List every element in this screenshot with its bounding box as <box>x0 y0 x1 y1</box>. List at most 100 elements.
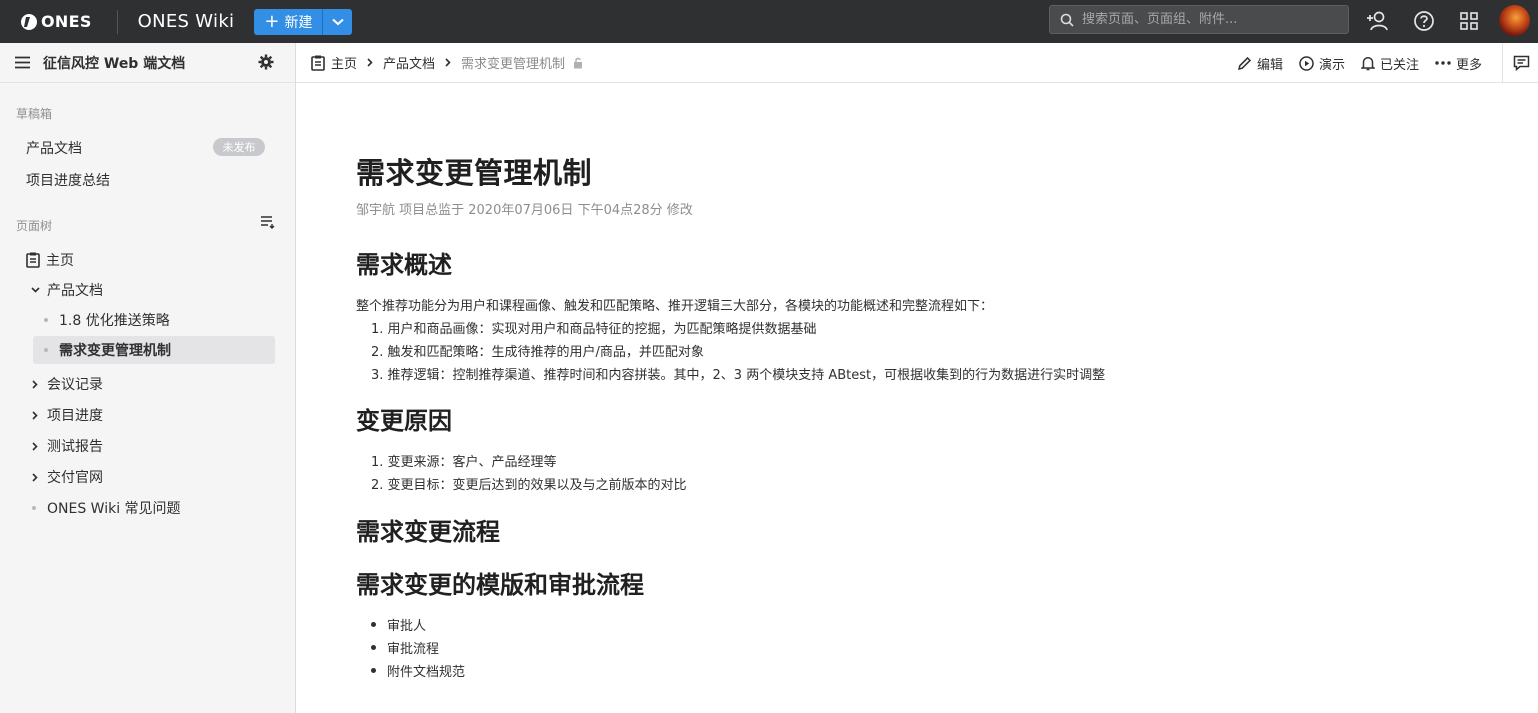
tree-item-progress[interactable]: 项目进度 <box>0 401 296 429</box>
section-heading: 需求概述 <box>356 251 452 279</box>
ones-logo-icon <box>21 13 37 30</box>
app-title[interactable]: ONES Wiki <box>138 11 235 32</box>
unpublished-badge: 未发布 <box>213 138 265 156</box>
more-label: 更多 <box>1455 57 1482 73</box>
breadcrumb-bar: 主页 产品文档 需求变更管理机制 编辑 演示 已关注 更多 <box>296 43 1538 83</box>
menu-icon[interactable] <box>15 56 30 69</box>
chevron-down-icon[interactable] <box>29 284 41 296</box>
tree-item-push-strategy[interactable]: 1.8 优化推送策略 <box>0 306 296 334</box>
bell-icon <box>1360 56 1375 70</box>
comment-icon <box>1513 55 1530 71</box>
search-input[interactable] <box>1082 12 1332 27</box>
drafts-label: 草稿箱 <box>16 107 53 121</box>
more-dots-icon <box>1435 61 1451 65</box>
list-item: 审批流程 <box>371 638 439 657</box>
bullet-dot <box>371 645 376 650</box>
page-meta: 邹宇航 项目总监于 2020年07月06日 下午04点28分 修改 <box>356 203 693 218</box>
breadcrumb-parent[interactable]: 产品文档 <box>383 53 435 72</box>
sidebar-header: 征信风控 Web 端文档 <box>0 43 295 83</box>
lock-icon <box>574 57 583 68</box>
paragraph: 整个推荐功能分为用户和课程画像、触发和匹配策略、推开逻辑三大部分，各模块的功能概… <box>356 299 994 314</box>
sort-icon[interactable] <box>260 215 276 229</box>
edit-button[interactable]: 编辑 <box>1237 54 1283 73</box>
list-item: 附件文档规范 <box>371 661 465 680</box>
tree-item-label: 项目进度 <box>47 408 103 424</box>
space-title: 征信风控 Web 端文档 <box>43 55 186 72</box>
tree-item-meetings[interactable]: 会议记录 <box>0 370 296 398</box>
section-heading: 变更原因 <box>356 407 452 435</box>
tree-item-faq[interactable]: ONES Wiki 常见问题 <box>0 494 296 522</box>
list-item-text: 附件文档规范 <box>387 665 466 680</box>
tree-item-product-docs[interactable]: 产品文档 <box>0 276 296 304</box>
section-heading: 需求变更的模版和审批流程 <box>356 571 644 599</box>
edit-label: 编辑 <box>1256 57 1283 73</box>
tree-item-label: ONES Wiki 常见问题 <box>47 501 181 517</box>
chevron-right-icon <box>367 56 373 70</box>
draft-item-progress-summary[interactable]: 项目进度总结 <box>26 170 110 190</box>
tree-item-change-management[interactable]: 需求变更管理机制 <box>33 336 275 364</box>
search-icon <box>1060 13 1074 27</box>
list-item-text: 审批流程 <box>387 642 440 657</box>
list-item: 2. 触发和匹配策略：生成待推荐的用户/商品，并匹配对象 <box>371 345 704 360</box>
present-button[interactable]: 演示 <box>1299 54 1345 73</box>
tree-item-test-reports[interactable]: 测试报告 <box>0 432 296 460</box>
breadcrumb-home[interactable]: 主页 <box>331 53 357 72</box>
new-button-group: + 新建 <box>254 8 353 35</box>
follow-button[interactable]: 已关注 <box>1360 54 1419 73</box>
logo-text: ONES <box>41 12 92 31</box>
ones-logo[interactable]: ONES <box>20 12 92 31</box>
breadcrumb-current: 需求变更管理机制 <box>461 57 566 72</box>
pencil-icon <box>1237 56 1252 70</box>
breadcrumb: 主页 产品文档 需求变更管理机制 <box>311 53 583 72</box>
page-title: 需求变更管理机制 <box>356 156 593 190</box>
add-member-icon[interactable] <box>1366 9 1390 33</box>
more-button[interactable]: 更多 <box>1435 54 1482 73</box>
play-circle-icon <box>1299 55 1314 71</box>
tree-item-label: 产品文档 <box>47 283 103 299</box>
new-button[interactable]: + 新建 <box>254 8 324 35</box>
chevron-right-icon[interactable] <box>29 440 41 452</box>
bullet-dot <box>44 348 48 352</box>
bullet-dot <box>371 668 376 673</box>
divider <box>1502 43 1503 83</box>
tree-item-label: 交付官网 <box>47 470 103 486</box>
page-tree-label: 页面树 <box>16 219 53 233</box>
list-item: 审批人 <box>371 615 426 634</box>
apps-grid-icon[interactable] <box>1457 9 1481 33</box>
avatar[interactable] <box>1499 5 1530 36</box>
comments-button[interactable] <box>1513 55 1530 71</box>
page-actions: 编辑 演示 已关注 更多 <box>1237 43 1538 83</box>
divider <box>116 9 118 34</box>
new-dropdown-button[interactable] <box>323 8 353 35</box>
list-item: 1. 用户和商品画像：实现对用户和商品特征的挖掘，为匹配策略提供数据基础 <box>371 322 817 337</box>
new-button-label: 新建 <box>284 14 313 31</box>
tree-item-delivery[interactable]: 交付官网 <box>0 463 296 491</box>
chevron-right-icon <box>445 56 451 70</box>
chevron-right-icon[interactable] <box>29 378 41 390</box>
document-icon <box>26 252 40 268</box>
gear-icon[interactable] <box>258 54 274 70</box>
tree-item-home[interactable]: 主页 <box>0 246 296 274</box>
draft-item-product-docs[interactable]: 产品文档 <box>26 138 82 158</box>
bullet-dot <box>371 622 376 627</box>
help-icon[interactable] <box>1412 9 1436 33</box>
search-box[interactable] <box>1049 5 1349 34</box>
tree-item-label: 1.8 优化推送策略 <box>59 313 170 329</box>
follow-label: 已关注 <box>1379 57 1419 73</box>
section-heading: 需求变更流程 <box>356 518 500 546</box>
chevron-down-icon <box>332 18 344 25</box>
tree-item-label: 会议记录 <box>47 377 103 393</box>
bullet-dot <box>44 318 48 322</box>
chevron-right-icon[interactable] <box>29 409 41 421</box>
tree-item-label: 需求变更管理机制 <box>59 343 171 359</box>
list-item: 3. 推荐逻辑：控制推荐渠道、推荐时间和内容拼装。其中，2、3 两个模块支持 A… <box>371 368 1106 383</box>
bullet-dot <box>32 506 36 510</box>
chevron-right-icon[interactable] <box>29 471 41 483</box>
top-bar: ONES ONES Wiki + 新建 <box>0 0 1538 43</box>
present-label: 演示 <box>1318 57 1345 73</box>
tree-item-label: 测试报告 <box>47 439 103 455</box>
list-item: 1. 变更来源：客户、产品经理等 <box>371 455 557 470</box>
list-item-text: 审批人 <box>387 619 427 634</box>
document-icon <box>311 55 325 71</box>
plus-icon: + <box>264 10 280 32</box>
